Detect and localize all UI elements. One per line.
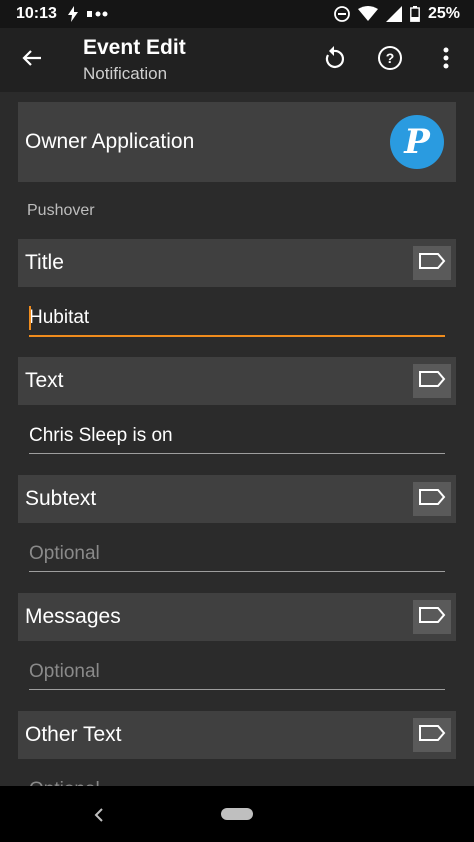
- text-cursor: [29, 306, 31, 330]
- app-bar-titles: Event Edit Notification: [83, 35, 306, 85]
- title-input-wrap: [29, 299, 445, 337]
- messages-input[interactable]: [29, 661, 445, 683]
- back-button[interactable]: [0, 28, 64, 92]
- nav-back-icon[interactable]: [94, 802, 104, 828]
- messages-input-wrap: [29, 652, 445, 690]
- subtext-label: Subtext: [25, 487, 97, 510]
- messages-variable-button[interactable]: [413, 600, 451, 634]
- text-input[interactable]: [29, 425, 445, 447]
- owner-application-row[interactable]: Owner Application P: [18, 102, 456, 182]
- messages-row: Messages: [18, 593, 456, 641]
- other-text-row: Other Text: [18, 711, 456, 759]
- more-dots-icon: [86, 10, 109, 18]
- text-label: Text: [25, 369, 64, 392]
- other-text-variable-button[interactable]: [413, 718, 451, 752]
- system-nav-bar: [0, 786, 474, 842]
- wifi-icon: [357, 6, 378, 22]
- signal-icon: [385, 6, 402, 22]
- help-icon: ?: [377, 45, 403, 76]
- text-row: Text: [18, 357, 456, 405]
- tag-icon: [418, 606, 446, 629]
- dnd-icon: [334, 6, 350, 22]
- tag-icon: [418, 488, 446, 511]
- battery-icon: [410, 6, 420, 22]
- pushover-app-icon[interactable]: P: [390, 115, 444, 169]
- status-time: 10:13: [16, 5, 57, 22]
- tag-icon: [418, 370, 446, 393]
- subtext-variable-button[interactable]: [413, 482, 451, 516]
- undo-icon: [323, 45, 345, 75]
- subtext-row: Subtext: [18, 475, 456, 523]
- overflow-menu-button[interactable]: [418, 28, 474, 92]
- page-title: Event Edit: [83, 36, 186, 59]
- title-variable-button[interactable]: [413, 246, 451, 280]
- other-text-input-wrap: [29, 770, 445, 786]
- home-pill[interactable]: [221, 808, 253, 820]
- other-text-input[interactable]: [29, 779, 445, 786]
- title-input[interactable]: [29, 307, 445, 329]
- section-label: Pushover: [27, 202, 95, 219]
- battery-level: 25%: [427, 5, 460, 22]
- messages-label: Messages: [25, 605, 121, 628]
- event-edit-form: Owner Application P Pushover Title Text …: [0, 92, 474, 786]
- flash-icon: [67, 6, 79, 22]
- owner-application-label: Owner Application: [25, 130, 195, 153]
- tag-icon: [418, 724, 446, 747]
- arrow-back-icon: [22, 48, 42, 73]
- text-variable-button[interactable]: [413, 364, 451, 398]
- app-bar: Event Edit Notification ?: [0, 28, 474, 92]
- other-text-label: Other Text: [25, 723, 122, 746]
- undo-button[interactable]: [306, 28, 362, 92]
- page-subtitle: Notification: [83, 64, 168, 83]
- tag-icon: [418, 252, 446, 275]
- title-row: Title: [18, 239, 456, 287]
- title-label: Title: [25, 251, 64, 274]
- text-input-wrap: [29, 416, 445, 454]
- help-button[interactable]: ?: [362, 28, 418, 92]
- status-bar: 10:13 25%: [0, 0, 474, 28]
- overflow-menu-icon: [443, 47, 449, 74]
- subtext-input[interactable]: [29, 543, 445, 565]
- subtext-input-wrap: [29, 534, 445, 572]
- svg-text:?: ?: [386, 50, 395, 66]
